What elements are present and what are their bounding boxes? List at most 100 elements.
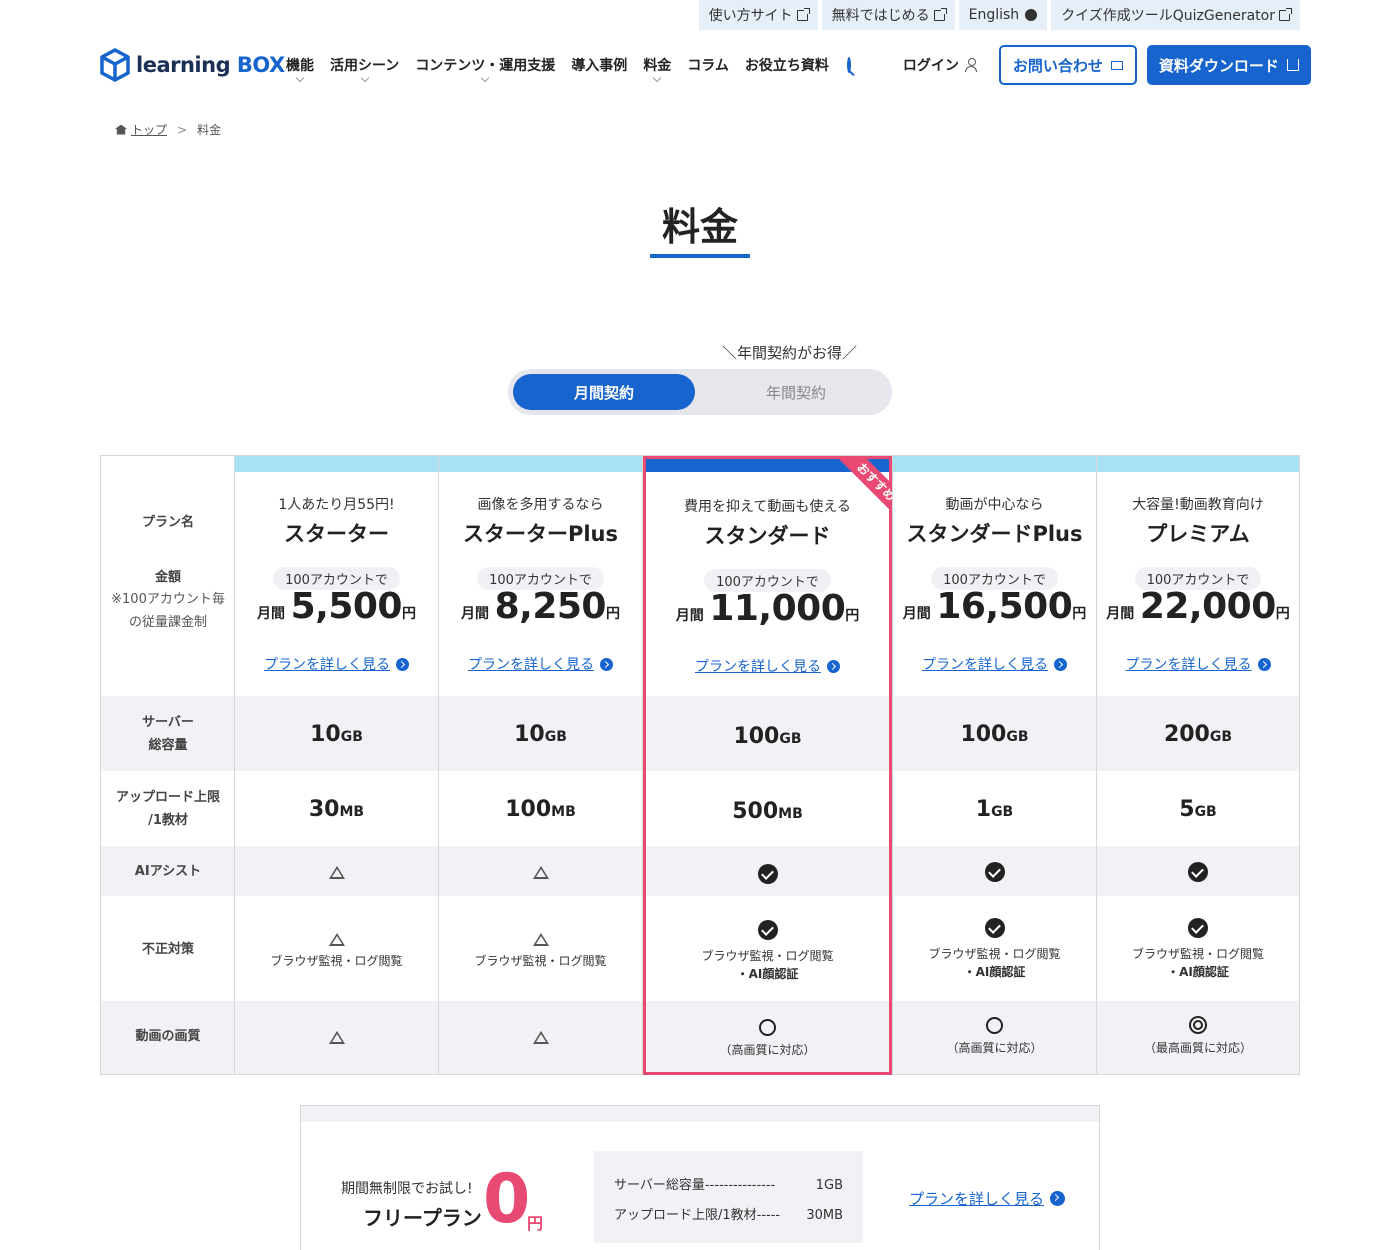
plan-name: スターター [284, 522, 389, 546]
plan-detail-link[interactable]: プランを詳しく見る [695, 656, 840, 676]
toggle-annual[interactable]: 年間契約 [705, 374, 887, 410]
util-link-free-start[interactable]: 無料ではじめる [821, 0, 955, 30]
chevron-down-icon [481, 73, 490, 83]
label-price: 金額 [154, 570, 181, 585]
check-icon [1188, 862, 1208, 882]
util-link-usage-site[interactable]: 使い方サイト [698, 0, 818, 30]
plan-price: 月間 8,250円 [461, 586, 620, 627]
free-plan-card: 期間無制限でお試し! フリープラン 0 円 サーバー総容量-----------… [300, 1105, 1100, 1250]
triangle-icon [328, 866, 345, 879]
label-price-note-2: の従量課金制 [128, 615, 207, 630]
title-underline [650, 254, 750, 258]
plan-name: プレミアム [1146, 522, 1250, 546]
upload-limit: 500MB [732, 799, 803, 824]
label-price-note-1: ※100アカウント毎 [111, 592, 225, 607]
arrow-right-circle-icon [1054, 657, 1067, 671]
free-plan-price-unit: 円 [527, 1214, 544, 1233]
download-button[interactable]: 資料ダウンロード [1146, 45, 1311, 85]
free-spec-server-row: サーバー総容量--------------- 1GB [614, 1178, 843, 1193]
nav-item-column[interactable]: コラム [687, 55, 729, 75]
user-icon [964, 58, 977, 72]
upload-limit: 5GB [1179, 797, 1217, 822]
triangle-icon [328, 1031, 345, 1044]
plan-detail-link[interactable]: プランを詳しく見る [922, 654, 1067, 674]
plan-column-standard-plus: 動画が中心なら スタンダードPlus 100アカウントで 月間 16,500円 … [893, 456, 1097, 1074]
util-link-quiz-generator[interactable]: クイズ作成ツールQuizGenerator [1051, 0, 1300, 30]
label-upload-2: /1教材 [148, 813, 188, 828]
logo-text-main: learning [136, 53, 231, 77]
page-title: 料金 [661, 205, 738, 249]
double-circle-icon [1189, 1016, 1207, 1034]
plan-column-top [1097, 456, 1299, 472]
main-nav: 機能 活用シーン コンテンツ・運用支援 導入事例 料金 コラム お役立ち資料 [286, 55, 829, 83]
triangle-icon [328, 933, 345, 946]
login-link[interactable]: ログイン [903, 55, 977, 75]
nav-item-resources[interactable]: お役立ち資料 [745, 55, 829, 75]
plan-price: 月間 11,000円 [675, 588, 860, 629]
arrow-right-circle-icon [396, 657, 409, 671]
plan-column-premium: 大容量!動画教育向け プレミアム 100アカウントで 月間 22,000円 プラ… [1097, 456, 1299, 1074]
arrow-right-circle-icon [827, 659, 840, 673]
nav-item-case-studies[interactable]: 導入事例 [571, 55, 627, 75]
recommended-ribbon: おすすめ [812, 456, 892, 536]
contact-button[interactable]: お問い合わせ [998, 45, 1137, 85]
mail-icon [1110, 60, 1123, 70]
fraud-note-ai: ・AI顔認証 [963, 965, 1026, 979]
plan-catch: 1人あたり月55円! [278, 497, 395, 513]
toggle-monthly[interactable]: 月間契約 [513, 374, 695, 410]
nav-item-features[interactable]: 機能 [286, 55, 314, 83]
plan-detail-link[interactable]: プランを詳しく見る [468, 654, 613, 674]
recommended-badge: おすすめ [826, 456, 892, 532]
nav-item-content-support[interactable]: コンテンツ・運用支援 [415, 55, 555, 83]
plan-catch: 画像を多用するなら [477, 497, 604, 513]
free-plan-catch: 期間無制限でお試し! [341, 1181, 473, 1197]
arrow-right-circle-icon [1050, 1191, 1066, 1206]
breadcrumb-home[interactable]: トップ [115, 121, 167, 138]
plan-table: プラン名 金額 ※100アカウント毎 の従量課金制 サーバー 総容量 アップロー… [100, 455, 1300, 1075]
fraud-note: ブラウザ監視・ログ閲覧 [474, 954, 607, 968]
check-icon [984, 862, 1005, 882]
plan-column-starter-plus: 画像を多用するなら スターターPlus 100アカウントで 月間 8,250円 … [439, 456, 643, 1074]
plan-price: 月間 5,500円 [257, 586, 416, 627]
toggle-note: ＼年間契約がお得／ [722, 344, 858, 362]
fraud-note-ai: ・AI顔認証 [736, 967, 799, 981]
arrow-right-circle-icon [1257, 657, 1271, 671]
circle-icon [759, 1019, 776, 1036]
logo[interactable]: learning BOX [100, 48, 285, 82]
free-plan-name: フリープラン [363, 1206, 482, 1230]
plan-detail-link[interactable]: プランを詳しく見る [264, 654, 409, 674]
chevron-down-icon [653, 73, 662, 83]
label-upload-1: アップロード上限 [115, 790, 220, 805]
billing-toggle: 月間契約 年間契約 [508, 369, 892, 415]
nav-item-use-cases[interactable]: 活用シーン [330, 55, 399, 83]
util-link-english[interactable]: English [958, 0, 1048, 30]
video-note: （高画質に対応） [719, 1043, 816, 1057]
label-plan-name: プラン名 [141, 515, 194, 530]
fraud-note-ai: ・AI顔認証 [1167, 965, 1229, 979]
breadcrumb-separator: > [177, 122, 188, 137]
row-label-column: プラン名 金額 ※100アカウント毎 の従量課金制 サーバー 総容量 アップロー… [101, 456, 235, 1074]
check-icon [757, 864, 778, 884]
plan-name: スタンダードPlus [906, 522, 1083, 546]
utility-bar: 使い方サイト 無料ではじめる English クイズ作成ツールQuizGener… [698, 0, 1300, 30]
search-icon[interactable] [846, 57, 851, 73]
fraud-note: ブラウザ監視・ログ閲覧 [928, 947, 1061, 961]
plan-name: スターターPlus [462, 522, 619, 546]
nav-item-pricing[interactable]: 料金 [643, 55, 671, 83]
upload-limit: 30MB [308, 797, 365, 822]
label-server-2: 総容量 [148, 738, 188, 753]
label-video: 動画の画質 [135, 1029, 201, 1044]
logo-cube-icon [100, 48, 130, 82]
free-plan-detail-link[interactable]: プランを詳しく見る [909, 1188, 1066, 1209]
external-link-icon [1279, 7, 1292, 21]
check-icon [1188, 918, 1208, 938]
globe-icon [1025, 9, 1038, 21]
plan-detail-link[interactable]: プランを詳しく見る [1126, 654, 1271, 674]
external-link-icon [933, 7, 947, 21]
chevron-down-icon [295, 73, 305, 83]
label-fraud: 不正対策 [141, 942, 194, 957]
plan-price: 月間 22,000円 [1106, 586, 1290, 627]
chevron-down-icon [360, 73, 369, 83]
triangle-icon [532, 933, 549, 946]
free-plan-top [301, 1106, 1099, 1122]
